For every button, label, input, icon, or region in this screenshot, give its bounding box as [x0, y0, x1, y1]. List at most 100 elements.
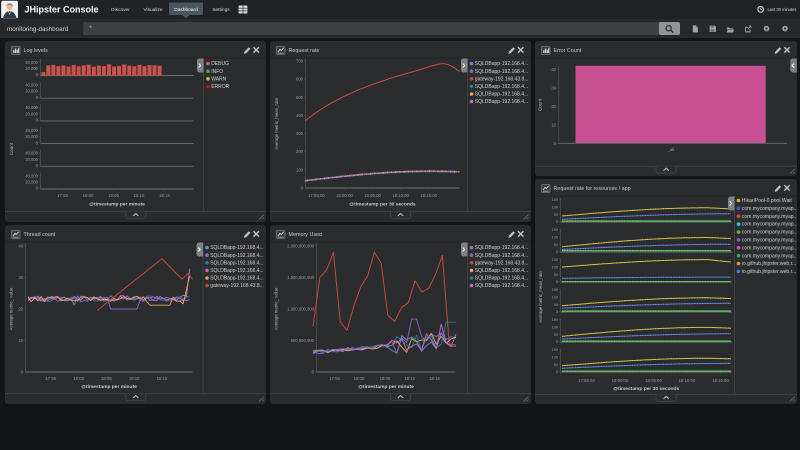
- svg-text:150: 150: [551, 318, 557, 322]
- svg-text:18:10:00: 18:10:00: [392, 193, 409, 198]
- svg-text:18:15:00: 18:15:00: [420, 193, 437, 198]
- svg-text:@timestamp per minute: @timestamp per minute: [358, 384, 414, 390]
- svg-text:18:10:00: 18:10:00: [678, 378, 695, 383]
- svg-text:50: 50: [553, 213, 557, 217]
- svg-text:Visualize: Visualize: [143, 7, 162, 13]
- svg-text:100: 100: [551, 325, 557, 329]
- svg-text:500,000,000: 500,000,000: [290, 338, 314, 343]
- svg-text:monitoring-dashboard: monitoring-dashboard: [7, 26, 69, 33]
- svg-text:SQLDBapp-192.168.4...: SQLDBapp-192.168.4...: [474, 276, 527, 282]
- svg-text:150: 150: [551, 288, 557, 292]
- svg-text:Request rate for resources / a: Request rate for resources / app: [553, 186, 630, 192]
- svg-text:20,000: 20,000: [25, 157, 38, 162]
- svg-text:1,000,000,000: 1,000,000,000: [287, 307, 314, 312]
- svg-text:com.mycompany.myap...: com.mycompany.myap...: [741, 245, 796, 251]
- svg-text:30: 30: [18, 275, 23, 280]
- svg-text:20,000: 20,000: [25, 134, 38, 139]
- svg-text:18:10: 18:10: [128, 376, 139, 381]
- svg-text:18:00:00: 18:00:00: [611, 378, 628, 383]
- svg-text:Dashboard: Dashboard: [174, 7, 198, 13]
- svg-text:SQLDBapp-192.168.4...: SQLDBapp-192.168.4...: [210, 268, 263, 274]
- svg-text:17:55: 17:55: [329, 376, 340, 381]
- svg-text:Last 30 minutes: Last 30 minutes: [768, 7, 797, 12]
- svg-text:40,000: 40,000: [25, 105, 38, 110]
- svg-text:0: 0: [311, 370, 314, 375]
- svg-text:20: 20: [18, 307, 23, 312]
- svg-text:200: 200: [296, 149, 304, 154]
- svg-text:gateway-192.168.43.8...: gateway-192.168.43.8...: [474, 260, 528, 266]
- svg-text:@timestamp per 30 seconds: @timestamp per 30 seconds: [349, 202, 415, 208]
- svg-text:150: 150: [551, 258, 557, 262]
- svg-text:18:05:00: 18:05:00: [645, 378, 662, 383]
- svg-text:SQLDBapp-192.168.4...: SQLDBapp-192.168.4...: [474, 283, 527, 289]
- svg-text:gateway-192.168.43.8...: gateway-192.168.43.8...: [474, 76, 528, 82]
- svg-text:700: 700: [296, 59, 304, 64]
- svg-text:40: 40: [551, 67, 556, 72]
- svg-text:SQLDBapp-192.168.4...: SQLDBapp-192.168.4...: [210, 260, 263, 266]
- svg-text:com.mycompany.myap...: com.mycompany.myap...: [741, 222, 796, 228]
- svg-text:50: 50: [553, 363, 557, 367]
- svg-text:SQLDBapp-192.168.4...: SQLDBapp-192.168.4...: [474, 84, 527, 90]
- svg-text:Average metric_mean_rate: Average metric_mean_rate: [274, 98, 279, 150]
- svg-text:20,000: 20,000: [25, 111, 38, 116]
- svg-text:com.mycompany.myap...: com.mycompany.myap...: [741, 253, 796, 259]
- svg-text:17:55:00: 17:55:00: [308, 193, 325, 198]
- svg-text:Average metric_ value: Average metric_ value: [273, 287, 278, 330]
- svg-text:17:55: 17:55: [45, 376, 56, 381]
- svg-text:0: 0: [35, 163, 38, 168]
- svg-text:400: 400: [296, 113, 304, 118]
- svg-text:150: 150: [551, 348, 557, 352]
- svg-text:10: 10: [551, 122, 556, 127]
- svg-text:40,000: 40,000: [25, 173, 38, 178]
- svg-text:DEBUG: DEBUG: [211, 61, 229, 67]
- svg-text:Thread count: Thread count: [23, 232, 55, 238]
- svg-text:JHipster Console: JHipster Console: [25, 5, 99, 15]
- svg-text:io.github.jhipster.web.r...: io.github.jhipster.web.r...: [741, 261, 795, 267]
- svg-text:20: 20: [551, 104, 556, 109]
- svg-text:18:00: 18:00: [353, 376, 364, 381]
- svg-text:0: 0: [35, 95, 38, 100]
- svg-text:20,000: 20,000: [25, 89, 38, 94]
- svg-text:Average metric_ value: Average metric_ value: [8, 287, 13, 330]
- svg-text:SQLDBapp-192.168.4...: SQLDBapp-192.168.4...: [474, 69, 527, 75]
- svg-text:0: 0: [300, 186, 303, 191]
- svg-text:SQLDBapp-192.168.4...: SQLDBapp-192.168.4...: [474, 61, 527, 67]
- svg-text:SQLDBapp-192.168.4...: SQLDBapp-192.168.4...: [474, 99, 527, 105]
- svg-text:50: 50: [553, 303, 557, 307]
- svg-text:SQLDBapp-192.168.4...: SQLDBapp-192.168.4...: [474, 253, 527, 259]
- svg-text:600: 600: [296, 77, 304, 82]
- svg-text:WARN: WARN: [211, 76, 226, 82]
- svg-text:1,500,000,000: 1,500,000,000: [287, 275, 314, 280]
- svg-text:40,000: 40,000: [25, 151, 38, 156]
- svg-text:18:10: 18:10: [133, 193, 144, 198]
- svg-text:20,000: 20,000: [25, 66, 38, 71]
- svg-text:0: 0: [555, 310, 557, 314]
- svg-text:com.mycompany.myap...: com.mycompany.myap...: [741, 206, 796, 212]
- svg-text:0: 0: [555, 220, 557, 224]
- svg-text:SQLDBapp-192.168.4...: SQLDBapp-192.168.4...: [210, 253, 263, 259]
- svg-text:0: 0: [35, 72, 38, 77]
- svg-text:io.github.jhipster.web.r...: io.github.jhipster.web.r...: [741, 269, 795, 275]
- svg-text:18:00:00: 18:00:00: [336, 193, 353, 198]
- svg-text:Error Count: Error Count: [553, 48, 581, 54]
- svg-text:SQLDBapp-192.168.4...: SQLDBapp-192.168.4...: [210, 276, 263, 282]
- svg-text:SQLDBapp-192.168.4...: SQLDBapp-192.168.4...: [474, 245, 527, 251]
- svg-text:30: 30: [551, 85, 556, 90]
- svg-text:18:05: 18:05: [108, 193, 119, 198]
- svg-text:40,000: 40,000: [25, 60, 38, 65]
- svg-text:0: 0: [20, 370, 23, 375]
- svg-text:Average metric_mean_rate: Average metric_mean_rate: [537, 271, 542, 323]
- svg-text:17:55: 17:55: [57, 193, 68, 198]
- svg-text:100: 100: [551, 235, 557, 239]
- svg-text:Discover: Discover: [111, 7, 130, 13]
- svg-text:com.mycompany.myap...: com.mycompany.myap...: [741, 230, 796, 236]
- svg-text:300: 300: [296, 131, 304, 136]
- svg-text:SQLDBapp-192.168.4...: SQLDBapp-192.168.4...: [210, 245, 263, 251]
- svg-text:Settings: Settings: [212, 7, 230, 13]
- svg-text:SQLDBapp-192.168.4...: SQLDBapp-192.168.4...: [474, 92, 527, 98]
- svg-text:0: 0: [555, 280, 557, 284]
- svg-text:100: 100: [551, 205, 557, 209]
- svg-text:500: 500: [296, 95, 304, 100]
- svg-text:0: 0: [555, 340, 557, 344]
- svg-text:@timestamp per 30 seconds: @timestamp per 30 seconds: [613, 386, 679, 392]
